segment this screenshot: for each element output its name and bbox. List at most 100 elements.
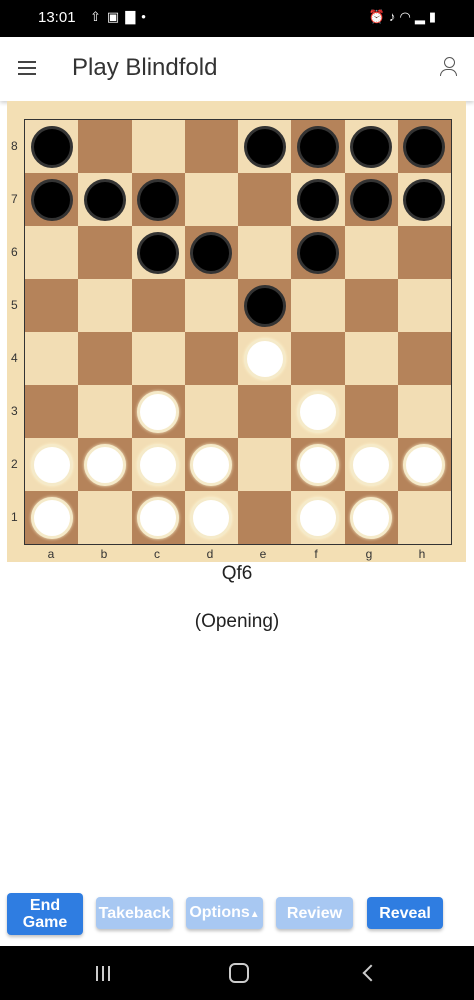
square-e6[interactable] (238, 226, 292, 279)
square-f7[interactable] (291, 173, 345, 226)
black-piece[interactable] (243, 125, 286, 168)
square-e1[interactable] (238, 491, 292, 544)
white-piece[interactable] (190, 443, 233, 486)
options-button[interactable]: Options▲ (186, 897, 263, 929)
square-g2[interactable] (344, 438, 398, 491)
square-f3[interactable] (291, 385, 345, 438)
square-b1[interactable] (78, 491, 132, 544)
square-f2[interactable] (291, 438, 345, 491)
white-piece[interactable] (243, 337, 286, 380)
recents-icon[interactable] (96, 966, 116, 981)
square-b4[interactable] (78, 332, 132, 385)
square-f5[interactable] (291, 279, 345, 332)
square-d8[interactable] (184, 120, 238, 173)
square-d3[interactable] (184, 385, 238, 438)
square-c1[interactable] (131, 491, 185, 544)
square-h2[interactable] (397, 438, 451, 491)
chess-board[interactable] (24, 119, 452, 545)
square-h6[interactable] (397, 226, 451, 279)
square-c8[interactable] (131, 120, 185, 173)
square-g4[interactable] (344, 332, 398, 385)
square-d5[interactable] (184, 279, 238, 332)
black-piece[interactable] (137, 231, 180, 274)
square-b6[interactable] (78, 226, 132, 279)
square-c6[interactable] (131, 226, 185, 279)
square-b3[interactable] (78, 385, 132, 438)
square-h7[interactable] (397, 173, 451, 226)
white-piece[interactable] (137, 496, 180, 539)
takeback-button[interactable]: Takeback (96, 897, 173, 929)
square-f8[interactable] (291, 120, 345, 173)
black-piece[interactable] (350, 125, 393, 168)
square-g8[interactable] (344, 120, 398, 173)
black-piece[interactable] (137, 178, 180, 221)
square-a5[interactable] (25, 279, 79, 332)
home-icon[interactable] (229, 963, 249, 983)
square-d6[interactable] (184, 226, 238, 279)
square-h3[interactable] (397, 385, 451, 438)
menu-icon[interactable] (18, 61, 36, 75)
white-piece[interactable] (137, 390, 180, 433)
square-e7[interactable] (238, 173, 292, 226)
square-b2[interactable] (78, 438, 132, 491)
square-h4[interactable] (397, 332, 451, 385)
square-h5[interactable] (397, 279, 451, 332)
white-piece[interactable] (350, 496, 393, 539)
square-d1[interactable] (184, 491, 238, 544)
square-f6[interactable] (291, 226, 345, 279)
white-piece[interactable] (350, 443, 393, 486)
square-b5[interactable] (78, 279, 132, 332)
square-g1[interactable] (344, 491, 398, 544)
black-piece[interactable] (30, 125, 73, 168)
square-g7[interactable] (344, 173, 398, 226)
square-d7[interactable] (184, 173, 238, 226)
square-c4[interactable] (131, 332, 185, 385)
end-game-button[interactable]: End Game (7, 893, 83, 935)
square-e3[interactable] (238, 385, 292, 438)
square-a2[interactable] (25, 438, 79, 491)
black-piece[interactable] (296, 178, 339, 221)
review-button[interactable]: Review (276, 897, 353, 929)
square-e4[interactable] (238, 332, 292, 385)
black-piece[interactable] (296, 231, 339, 274)
square-b8[interactable] (78, 120, 132, 173)
white-piece[interactable] (83, 443, 126, 486)
square-h1[interactable] (397, 491, 451, 544)
square-c7[interactable] (131, 173, 185, 226)
square-c3[interactable] (131, 385, 185, 438)
black-piece[interactable] (83, 178, 126, 221)
square-c2[interactable] (131, 438, 185, 491)
square-g3[interactable] (344, 385, 398, 438)
square-a8[interactable] (25, 120, 79, 173)
back-icon[interactable] (362, 964, 380, 982)
black-piece[interactable] (243, 284, 286, 327)
square-a4[interactable] (25, 332, 79, 385)
square-c5[interactable] (131, 279, 185, 332)
square-a7[interactable] (25, 173, 79, 226)
square-e2[interactable] (238, 438, 292, 491)
black-piece[interactable] (30, 178, 73, 221)
white-piece[interactable] (30, 496, 73, 539)
reveal-button[interactable]: Reveal (367, 897, 443, 929)
square-d4[interactable] (184, 332, 238, 385)
black-piece[interactable] (190, 231, 233, 274)
square-h8[interactable] (397, 120, 451, 173)
white-piece[interactable] (403, 443, 446, 486)
black-piece[interactable] (403, 178, 446, 221)
black-piece[interactable] (296, 125, 339, 168)
square-a3[interactable] (25, 385, 79, 438)
black-piece[interactable] (403, 125, 446, 168)
white-piece[interactable] (137, 443, 180, 486)
white-piece[interactable] (296, 390, 339, 433)
account-icon[interactable] (440, 57, 458, 77)
square-a1[interactable] (25, 491, 79, 544)
square-g5[interactable] (344, 279, 398, 332)
square-b7[interactable] (78, 173, 132, 226)
square-e8[interactable] (238, 120, 292, 173)
square-g6[interactable] (344, 226, 398, 279)
white-piece[interactable] (296, 443, 339, 486)
white-piece[interactable] (30, 443, 73, 486)
white-piece[interactable] (190, 496, 233, 539)
square-f1[interactable] (291, 491, 345, 544)
square-e5[interactable] (238, 279, 292, 332)
